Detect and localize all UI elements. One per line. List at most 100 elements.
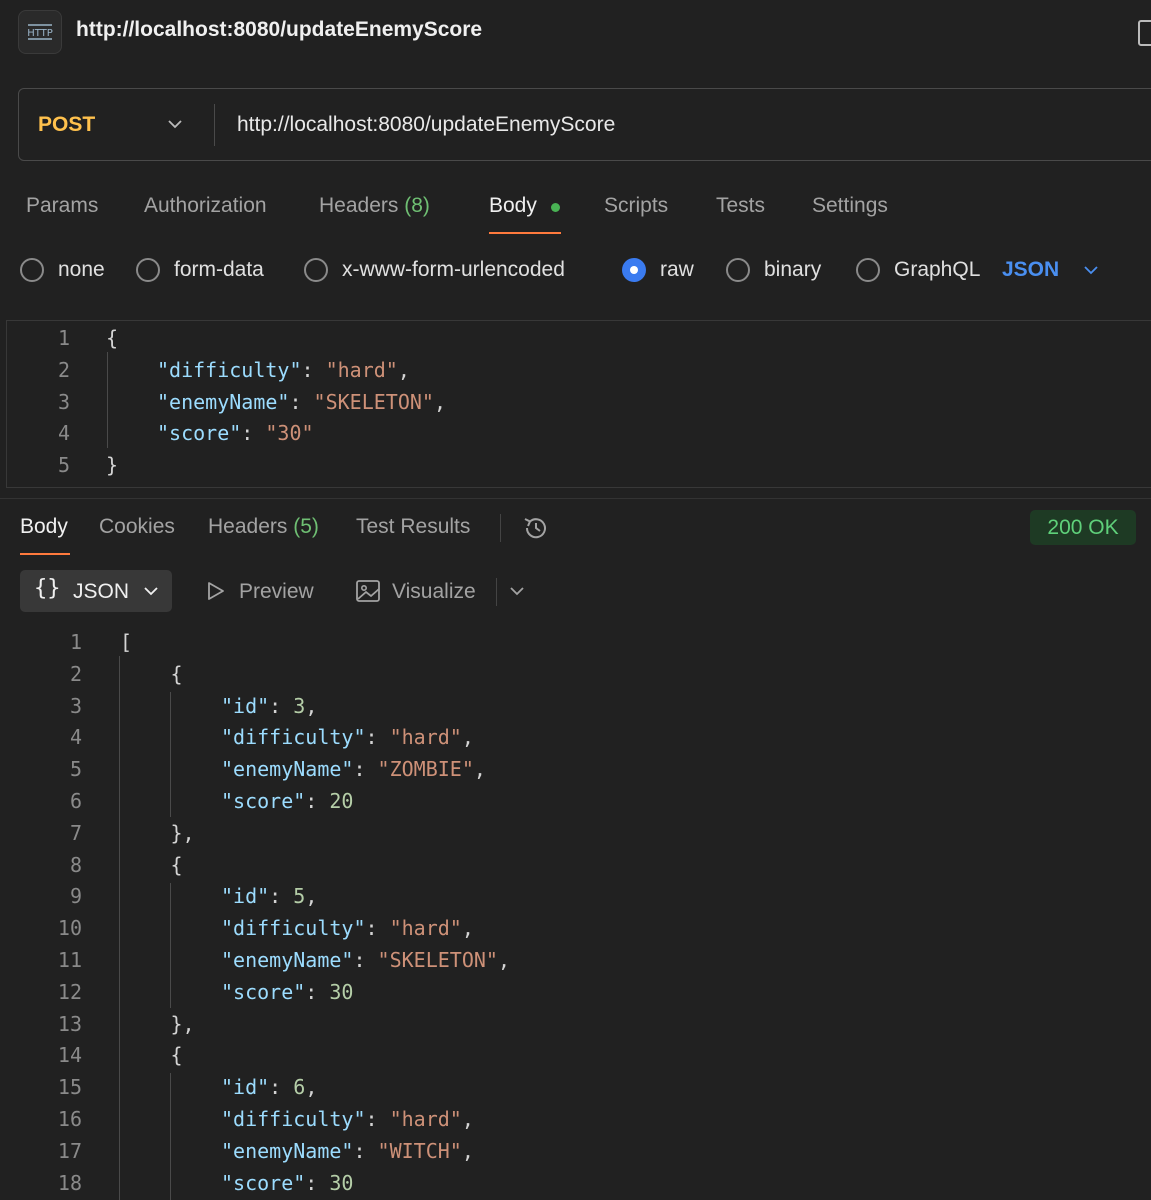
line-number: 15 — [57, 1075, 82, 1100]
code-token: : — [269, 1075, 294, 1100]
line-number: 18 — [57, 1170, 82, 1195]
code-token: "difficulty" — [221, 725, 366, 750]
code-line: "score": "30" — [157, 421, 314, 445]
code-line: { — [171, 1043, 183, 1067]
code-token: { — [170, 661, 183, 686]
code-token: 3 — [293, 693, 306, 718]
code-line: "enemyName": "WITCH", — [221, 1139, 474, 1163]
chevron-down-icon[interactable] — [1082, 261, 1100, 279]
code-line: "enemyName": "SKELETON", — [157, 390, 446, 414]
response-tab-body[interactable]: Body — [20, 515, 68, 539]
radio-none[interactable] — [20, 258, 44, 282]
response-tab-cookies[interactable]: Cookies — [99, 515, 175, 539]
line-number: 5 — [57, 453, 70, 478]
braces-icon: {} — [34, 576, 61, 601]
chevron-down-icon — [144, 587, 158, 596]
code-token: "enemyName" — [221, 1138, 354, 1163]
active-tab-underline — [20, 553, 70, 555]
tab-authorization[interactable]: Authorization — [144, 194, 267, 218]
tab-settings[interactable]: Settings — [812, 194, 888, 218]
line-number: 7 — [69, 820, 82, 845]
response-format-label: JSON — [73, 580, 130, 603]
active-tab-underline — [489, 232, 561, 234]
line-number: 12 — [57, 979, 82, 1004]
play-icon[interactable] — [205, 580, 227, 602]
radio-label: binary — [764, 258, 822, 281]
code-token: "id" — [221, 884, 270, 909]
radio-graphql[interactable] — [856, 258, 880, 282]
line-number: 3 — [69, 693, 82, 718]
code-token: : — [353, 1138, 378, 1163]
code-line: "score": 30 — [221, 980, 353, 1004]
tab-headers[interactable]: Headers (8) — [319, 194, 430, 218]
code-token: "SKELETON" — [313, 389, 434, 414]
code-token: : — [353, 948, 378, 972]
code-token: 30 — [329, 979, 354, 1004]
code-line: "difficulty": "hard", — [221, 1107, 474, 1131]
tab-params[interactable]: Params — [26, 194, 98, 218]
code-token: : — [305, 1170, 330, 1195]
line-number: 5 — [69, 757, 82, 782]
code-token: : — [269, 884, 294, 909]
code-line: [ — [120, 630, 132, 654]
code-token: }, — [170, 1011, 195, 1036]
url-input[interactable]: http://localhost:8080/updateEnemyScore — [237, 113, 615, 137]
tab-body[interactable]: Body — [489, 194, 537, 218]
code-line: "id": 3, — [221, 694, 317, 718]
code-line: { — [106, 326, 118, 350]
code-line: "id": 5, — [221, 884, 317, 908]
line-number: 9 — [69, 884, 82, 909]
panel-divider[interactable] — [0, 498, 1151, 499]
code-token: "ZOMBIE" — [377, 757, 474, 782]
code-token: { — [170, 852, 183, 877]
response-tab-headers[interactable]: Headers (5) — [208, 515, 319, 539]
code-line: "difficulty": "hard", — [221, 725, 474, 749]
code-token: "difficulty" — [221, 1107, 366, 1131]
tab-label: Settings — [812, 194, 888, 217]
indent-guide — [170, 692, 171, 817]
method-select[interactable]: POST — [38, 113, 95, 137]
status-badge[interactable]: 200 OK — [1030, 510, 1136, 545]
indent-guide — [107, 352, 108, 448]
code-token: }, — [170, 820, 195, 845]
line-number: 1 — [69, 630, 82, 654]
code-token: : — [241, 421, 266, 446]
code-token: , — [461, 1138, 474, 1163]
image-icon[interactable] — [355, 578, 381, 604]
code-token: , — [305, 884, 318, 909]
code-line: }, — [171, 821, 195, 845]
code-token: "30" — [265, 421, 314, 446]
code-line: { — [171, 853, 183, 877]
radio-binary[interactable] — [726, 258, 750, 282]
radio-raw[interactable] — [622, 258, 646, 282]
code-token: : — [365, 916, 390, 941]
history-icon[interactable] — [521, 513, 551, 543]
chevron-down-icon[interactable] — [508, 582, 526, 600]
tab-label: Test Results — [356, 515, 471, 538]
tab-label: Scripts — [604, 194, 669, 217]
http-icon: HTTP — [18, 10, 62, 54]
line-number: 4 — [69, 725, 82, 750]
code-line: { — [171, 662, 183, 686]
code-token: , — [397, 357, 410, 382]
radio-label: raw — [660, 258, 694, 281]
radio-x-www-form-urlencoded[interactable] — [304, 258, 328, 282]
response-tab-test-results[interactable]: Test Results — [356, 515, 470, 539]
tab-count: (8) — [404, 194, 430, 217]
code-token: "hard" — [389, 1107, 462, 1131]
code-line: "id": 6, — [221, 1075, 317, 1099]
chevron-down-icon[interactable] — [166, 115, 184, 133]
radio-form-data[interactable] — [136, 258, 160, 282]
tab-scripts[interactable]: Scripts — [604, 194, 668, 218]
tab-tests[interactable]: Tests — [716, 194, 765, 218]
svg-text:HTTP: HTTP — [27, 28, 53, 39]
line-number: 11 — [57, 948, 82, 972]
body-format-select[interactable]: JSON — [1002, 258, 1059, 282]
code-line: } — [106, 453, 118, 477]
visualize-button[interactable]: Visualize — [392, 580, 476, 604]
code-token: "difficulty" — [157, 357, 302, 382]
preview-button[interactable]: Preview — [239, 580, 314, 604]
code-token: "score" — [221, 979, 306, 1004]
tab-label: Body — [20, 515, 68, 538]
sidebar-toggle-icon[interactable] — [1138, 20, 1151, 46]
